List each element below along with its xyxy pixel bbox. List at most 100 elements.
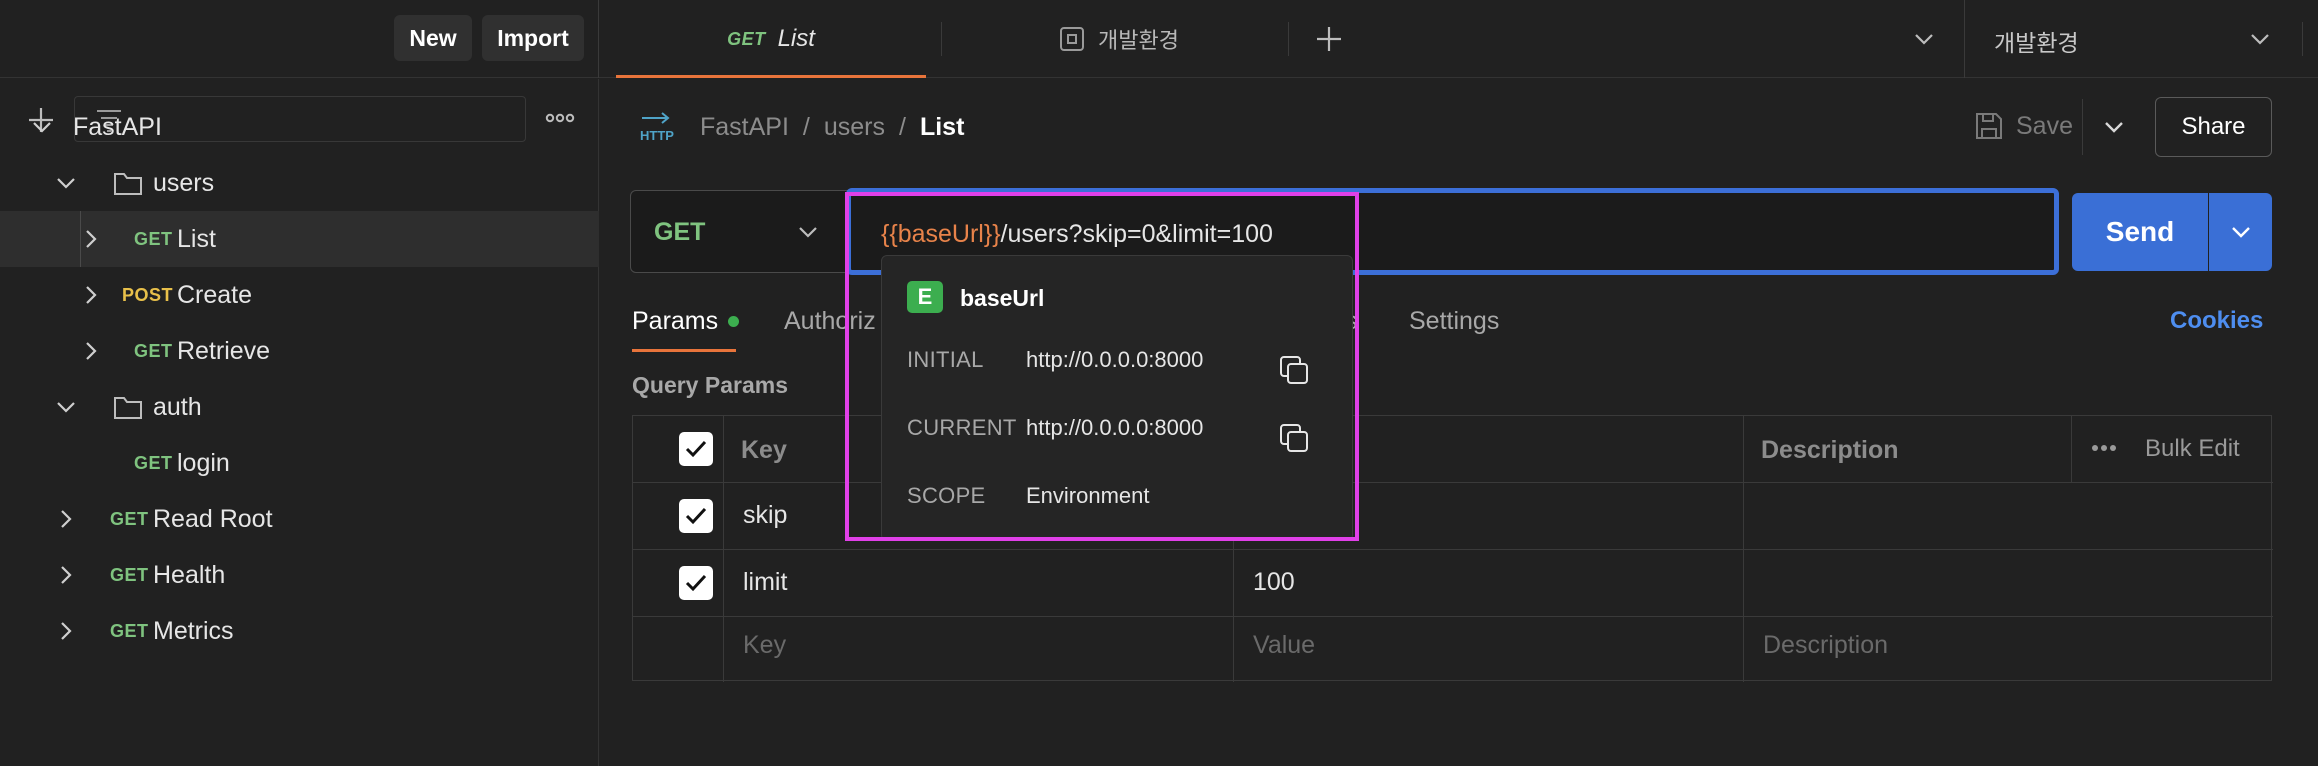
- col-divider: [1743, 416, 1744, 682]
- row-divider: [633, 549, 2273, 550]
- tabs-overflow-chevron-down-icon[interactable]: [1912, 27, 1936, 51]
- highlight-box: [845, 192, 1359, 541]
- divider: [1964, 0, 1965, 78]
- tree-item-request-metrics[interactable]: GET Metrics: [0, 603, 599, 659]
- save-options-chevron-down-icon[interactable]: [2102, 115, 2126, 139]
- tree-item-label: auth: [153, 392, 202, 421]
- sidebar: FastAPI users GET List POST Create GET R…: [0, 79, 599, 766]
- param-key[interactable]: skip: [743, 501, 787, 530]
- tab-label: 개발환경: [1098, 28, 1179, 53]
- tree-item-method: GET: [110, 508, 149, 529]
- chevron-right-icon[interactable]: [55, 508, 77, 530]
- tab-environment[interactable]: 개발환경: [1058, 0, 1179, 78]
- new-tab-plus-icon[interactable]: [1314, 24, 1344, 54]
- folder-icon: [114, 173, 142, 195]
- tab-label: Params: [632, 307, 719, 335]
- header-key: Key: [741, 436, 787, 464]
- row-checkbox[interactable]: [679, 566, 713, 600]
- chevron-right-icon[interactable]: [80, 284, 102, 306]
- tab-method: GET: [727, 28, 766, 49]
- tree-item-method: GET: [134, 228, 173, 249]
- tree-item-collection-fastapi[interactable]: FastAPI: [0, 99, 599, 155]
- chevron-right-icon[interactable]: [80, 340, 102, 362]
- send-options-button[interactable]: [2209, 193, 2272, 271]
- new-param-value-placeholder[interactable]: Value: [1253, 631, 1315, 660]
- check-icon: [685, 440, 707, 458]
- tree-item-label: login: [177, 448, 230, 477]
- tab-get-list[interactable]: GET List: [616, 0, 926, 78]
- query-params-title: Query Params: [632, 372, 788, 398]
- new-param-description-placeholder[interactable]: Description: [1763, 631, 1888, 660]
- params-active-dot: [728, 316, 740, 327]
- divider: [2302, 22, 2303, 56]
- tree-item-request-health[interactable]: GET Health: [0, 547, 599, 603]
- tab-params[interactable]: Params: [632, 307, 740, 336]
- select-all-checkbox[interactable]: [679, 432, 713, 466]
- breadcrumb-separator: /: [899, 113, 906, 141]
- col-divider: [723, 416, 724, 682]
- chevron-down-icon[interactable]: [55, 172, 77, 194]
- tree-item-label: users: [153, 168, 215, 197]
- chevron-down-icon: [2231, 227, 2250, 238]
- param-key[interactable]: limit: [743, 568, 787, 597]
- import-button[interactable]: Import: [482, 15, 584, 61]
- new-button[interactable]: New: [394, 15, 472, 61]
- tree-item-request-read-root[interactable]: GET Read Root: [0, 491, 599, 547]
- tab-divider: [941, 22, 942, 56]
- tree-item-label: Health: [153, 560, 226, 589]
- environment-chevron-down-icon[interactable]: [2248, 27, 2272, 51]
- tree-item-method: GET: [134, 340, 173, 361]
- tab-settings[interactable]: Settings: [1409, 307, 1499, 336]
- tree-item-method: GET: [110, 564, 149, 585]
- chevron-right-icon[interactable]: [55, 620, 77, 642]
- more-options-icon[interactable]: [2091, 444, 2117, 452]
- svg-text:HTTP: HTTP: [640, 128, 674, 143]
- chevron-down-icon: [799, 227, 817, 238]
- tab-label: List: [777, 25, 815, 52]
- divider: [2082, 99, 2083, 155]
- environment-selector[interactable]: 개발환경: [1994, 24, 2079, 58]
- breadcrumb-collection[interactable]: FastAPI: [700, 113, 789, 142]
- send-button[interactable]: Send: [2072, 193, 2208, 271]
- breadcrumb-folder[interactable]: users: [824, 113, 885, 142]
- save-button[interactable]: Save: [1974, 111, 2073, 141]
- breadcrumb: FastAPI / users / List: [700, 113, 964, 142]
- row-checkbox[interactable]: [679, 499, 713, 533]
- folder-icon: [114, 397, 142, 419]
- share-button[interactable]: Share: [2155, 97, 2272, 157]
- top-bar: New Import GET List 개발환경 개발환경: [0, 0, 2318, 78]
- tree-item-request-retrieve[interactable]: GET Retrieve: [0, 323, 599, 379]
- environment-icon: [1058, 25, 1086, 53]
- chevron-down-icon[interactable]: [55, 396, 77, 418]
- method-label: GET: [654, 218, 706, 246]
- tree-item-request-login[interactable]: GET login: [0, 435, 599, 491]
- col-divider: [2071, 416, 2072, 482]
- cookies-link[interactable]: Cookies: [2170, 307, 2263, 335]
- tree-item-request-create[interactable]: POST Create: [0, 267, 599, 323]
- tree-item-request-list[interactable]: GET List: [0, 211, 599, 267]
- save-icon: [1976, 113, 2002, 139]
- tree-item-label: Metrics: [153, 616, 234, 645]
- method-selector[interactable]: GET: [630, 190, 850, 273]
- save-label: Save: [2016, 111, 2073, 140]
- breadcrumb-separator: /: [802, 113, 810, 141]
- bulk-edit-button[interactable]: Bulk Edit: [2145, 435, 2240, 463]
- http-request-icon: HTTP: [638, 110, 676, 144]
- chevron-right-icon[interactable]: [80, 228, 102, 250]
- check-icon: [685, 507, 707, 525]
- new-param-key-placeholder[interactable]: Key: [743, 631, 786, 660]
- tree-item-method: POST: [122, 284, 174, 305]
- tree-item-folder-users[interactable]: users: [0, 155, 599, 211]
- param-value[interactable]: 100: [1253, 568, 1295, 597]
- check-icon: [685, 574, 707, 592]
- tree-item-label: Read Root: [153, 504, 273, 533]
- tree-item-label: List: [177, 224, 216, 253]
- header-description: Description: [1761, 436, 1899, 464]
- breadcrumb-request[interactable]: List: [920, 113, 964, 142]
- tree-item-method: GET: [134, 452, 173, 473]
- tree-item-folder-auth[interactable]: auth: [0, 379, 599, 435]
- active-tab-indicator: [616, 75, 926, 78]
- chevron-down-icon[interactable]: [31, 116, 53, 138]
- tree-item-label: Create: [177, 280, 253, 309]
- chevron-right-icon[interactable]: [55, 564, 77, 586]
